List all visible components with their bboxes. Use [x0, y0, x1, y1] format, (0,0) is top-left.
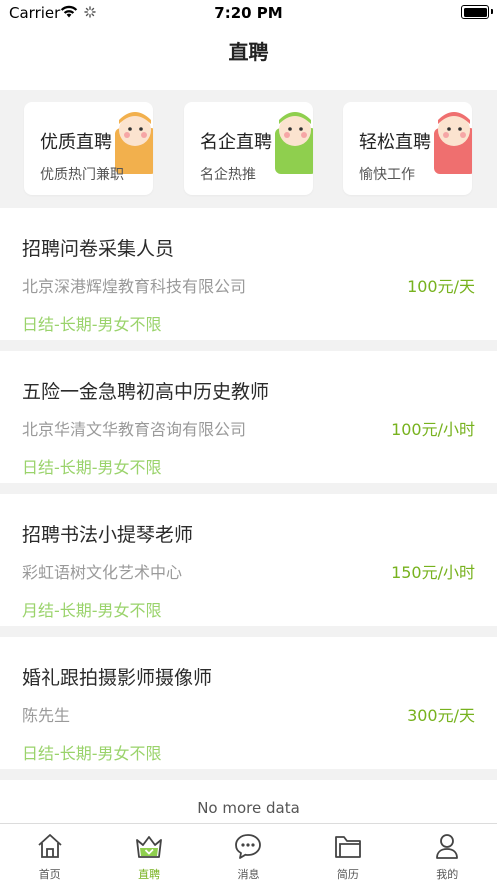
tab-messages[interactable]: 消息 — [199, 824, 298, 884]
tab-label: 消息 — [237, 868, 260, 881]
job-list-item[interactable]: 婚礼跟拍摄影师摄像师 陈先生 300元/天 日结-长期-男女不限 — [0, 637, 497, 769]
category-subtitle: 名企热推 — [200, 167, 256, 183]
tab-label: 直聘 — [138, 868, 161, 881]
job-title: 五险一金急聘初高中历史教师 — [22, 381, 270, 403]
category-card-quality[interactable]: 优质直聘 优质热门兼职 — [24, 102, 153, 195]
company-name: 北京华清文华教育咨询有限公司 — [22, 420, 247, 439]
category-title: 优质直聘 — [40, 132, 112, 153]
salary-label: 300元/天 — [407, 706, 475, 725]
category-subtitle: 优质热门兼职 — [40, 167, 124, 183]
divider — [0, 340, 497, 351]
salary-label: 100元/天 — [407, 277, 475, 296]
category-card-easy[interactable]: 轻松直聘 愉快工作 — [343, 102, 472, 195]
tab-resume[interactable]: 简历 — [298, 824, 397, 884]
status-bar: Carrier 7:20 PM — [0, 0, 497, 26]
divider — [0, 483, 497, 494]
user-icon — [436, 834, 459, 859]
category-section: 优质直聘 优质热门兼职 名企直聘 名企热推 轻松直聘 愉快工作 — [0, 90, 497, 208]
page-title: 直聘 — [228, 40, 269, 64]
company-name: 陈先生 — [22, 706, 71, 725]
job-title: 招聘问卷采集人员 — [22, 238, 175, 260]
mascot-icon — [434, 112, 472, 174]
salary-label: 100元/小时 — [391, 420, 475, 439]
job-list-item[interactable]: 五险一金急聘初高中历史教师 北京华清文华教育咨询有限公司 100元/小时 日结-… — [0, 351, 497, 483]
job-tags: 月结-长期-男女不限 — [22, 601, 162, 620]
message-icon — [235, 834, 262, 859]
tab-home[interactable]: 首页 — [0, 824, 99, 884]
tab-zhipin[interactable]: 直聘 — [99, 824, 198, 884]
list-end-label: No more data — [197, 799, 300, 817]
tab-label: 简历 — [336, 868, 359, 881]
divider — [0, 626, 497, 637]
job-title: 招聘书法小提琴老师 — [22, 524, 194, 546]
divider — [0, 769, 497, 780]
category-card-famous[interactable]: 名企直聘 名企热推 — [184, 102, 313, 195]
crown-icon — [136, 836, 162, 858]
battery-icon — [461, 5, 493, 19]
mascot-icon — [275, 112, 313, 174]
category-title: 轻松直聘 — [359, 132, 431, 153]
category-subtitle: 愉快工作 — [359, 167, 415, 183]
folder-icon — [334, 836, 361, 858]
company-name: 北京深港辉煌教育科技有限公司 — [22, 277, 247, 296]
tab-bar: 首页 直聘 消息 简历 我的 — [0, 823, 497, 884]
job-list-item[interactable]: 招聘问卷采集人员 北京深港辉煌教育科技有限公司 100元/天 日结-长期-男女不… — [0, 208, 497, 340]
salary-label: 150元/小时 — [391, 563, 475, 582]
job-tags: 日结-长期-男女不限 — [22, 458, 162, 477]
job-tags: 日结-长期-男女不限 — [22, 744, 162, 763]
tab-label: 我的 — [436, 868, 459, 881]
job-title: 婚礼跟拍摄影师摄像师 — [22, 667, 213, 689]
home-icon — [38, 834, 62, 858]
tab-label: 首页 — [38, 868, 61, 881]
category-title: 名企直聘 — [200, 132, 272, 153]
job-list-item[interactable]: 招聘书法小提琴老师 彩虹语树文化艺术中心 150元/小时 月结-长期-男女不限 — [0, 494, 497, 626]
job-tags: 日结-长期-男女不限 — [22, 315, 162, 334]
tab-profile[interactable]: 我的 — [398, 824, 497, 884]
company-name: 彩虹语树文化艺术中心 — [22, 563, 183, 582]
clock: 7:20 PM — [214, 4, 283, 22]
